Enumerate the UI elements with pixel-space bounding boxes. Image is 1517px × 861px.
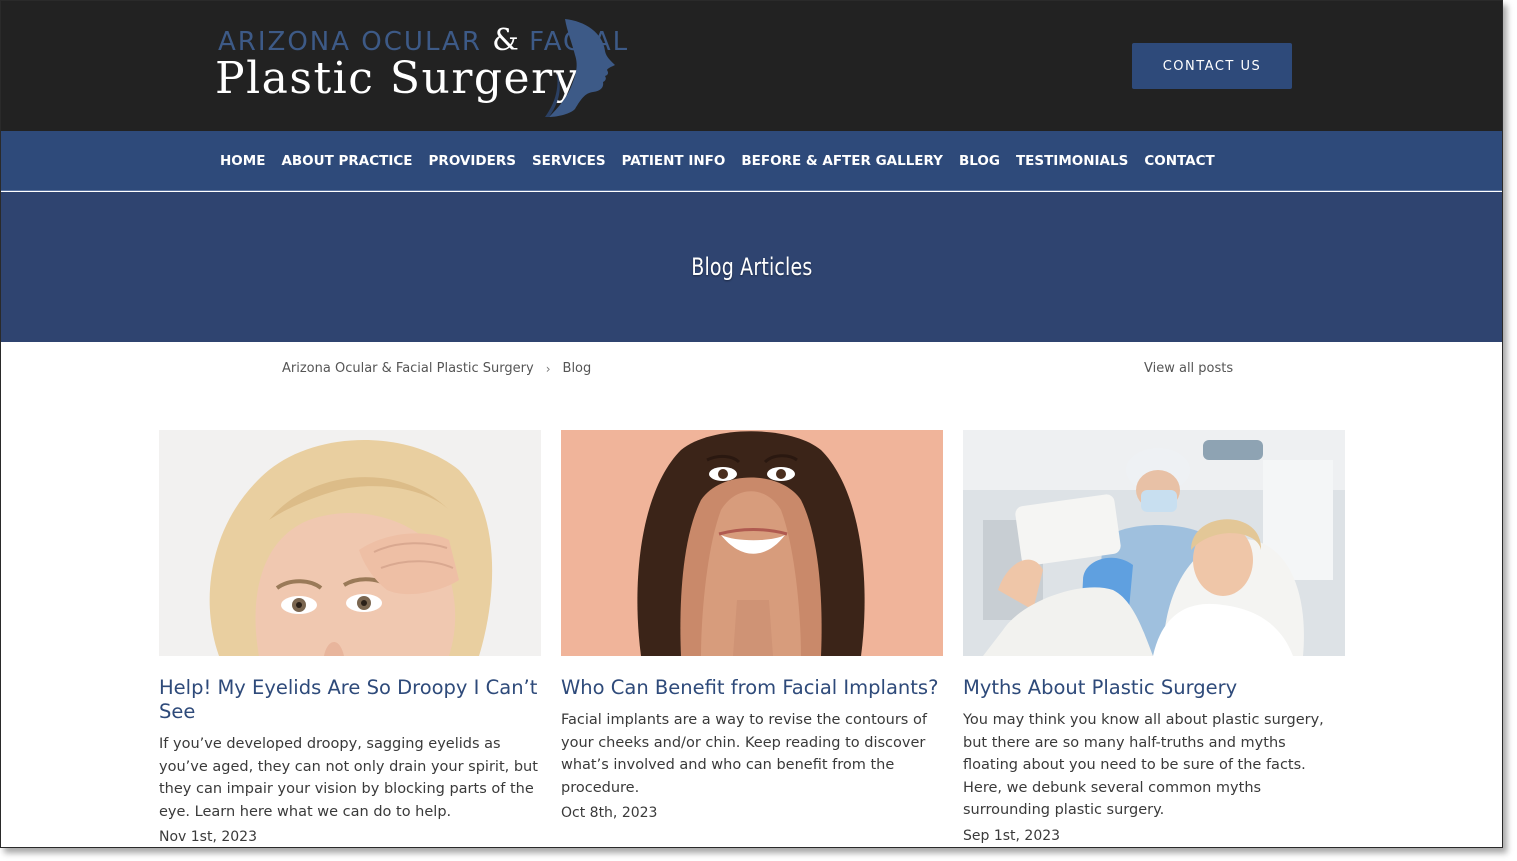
nav-item-services[interactable]: SERVICES — [532, 153, 606, 169]
nav-list: HOME ABOUT PRACTICE PROVIDERS SERVICES P… — [220, 131, 1231, 191]
nav-item-testimonials[interactable]: TESTIMONIALS — [1016, 153, 1128, 169]
post-thumbnail-image[interactable] — [963, 430, 1345, 656]
post-thumbnail-image[interactable] — [159, 430, 541, 656]
post-date: Nov 1st, 2023 — [159, 829, 257, 845]
woman-touching-brow-image — [159, 430, 541, 656]
smiling-woman-image — [561, 430, 943, 656]
nav-item-blog[interactable]: BLOG — [959, 153, 1000, 169]
blog-post-card: Help! My Eyelids Are So Droopy I Can’t S… — [159, 430, 541, 845]
nav-item-contact[interactable]: CONTACT — [1144, 153, 1214, 169]
patient-with-mirror-image — [963, 430, 1345, 656]
post-excerpt: You may think you know all about plastic… — [963, 712, 1324, 818]
site-header: ARIZONA OCULAR & FACIAL Plastic Surgery … — [1, 1, 1502, 131]
face-profile-logo-icon — [545, 19, 615, 117]
nav-item-providers[interactable]: PROVIDERS — [429, 153, 516, 169]
hero-banner: Blog Articles — [1, 192, 1502, 342]
post-thumbnail-image[interactable] — [561, 430, 943, 656]
logo-line-2: Plastic Surgery — [215, 53, 580, 104]
blog-post-card: Who Can Benefit from Facial Implants? Fa… — [561, 430, 943, 821]
post-title-link[interactable]: Who Can Benefit from Facial Implants? — [561, 676, 943, 700]
chevron-right-icon: › — [545, 361, 551, 376]
post-excerpt: Facial implants are a way to revise the … — [561, 712, 927, 796]
blog-post-card: Myths About Plastic Surgery You may thin… — [963, 430, 1345, 844]
main-navigation: HOME ABOUT PRACTICE PROVIDERS SERVICES P… — [1, 131, 1502, 191]
post-date: Oct 8th, 2023 — [561, 805, 658, 821]
view-all-posts-link[interactable]: View all posts — [1144, 361, 1233, 376]
page-title: Blog Articles — [690, 253, 813, 281]
site-logo[interactable]: ARIZONA OCULAR & FACIAL Plastic Surgery — [215, 19, 627, 119]
nav-item-patient-info[interactable]: PATIENT INFO — [622, 153, 726, 169]
post-excerpt: If you’ve developed droopy, sagging eyel… — [159, 736, 538, 820]
post-title-link[interactable]: Help! My Eyelids Are So Droopy I Can’t S… — [159, 676, 541, 724]
nav-item-home[interactable]: HOME — [220, 153, 265, 169]
breadcrumb-home-link[interactable]: Arizona Ocular & Facial Plastic Surgery — [282, 361, 534, 376]
post-date: Sep 1st, 2023 — [963, 827, 1061, 844]
breadcrumb: Arizona Ocular & Facial Plastic Surgery … — [282, 361, 591, 376]
post-title-link[interactable]: Myths About Plastic Surgery — [963, 676, 1345, 700]
nav-item-about-practice[interactable]: ABOUT PRACTICE — [281, 153, 412, 169]
contact-us-button[interactable]: CONTACT US — [1132, 43, 1292, 89]
breadcrumb-current: Blog — [562, 361, 592, 376]
browser-frame: ARIZONA OCULAR & FACIAL Plastic Surgery … — [0, 0, 1503, 848]
nav-item-before-after-gallery[interactable]: BEFORE & AFTER GALLERY — [741, 153, 943, 169]
